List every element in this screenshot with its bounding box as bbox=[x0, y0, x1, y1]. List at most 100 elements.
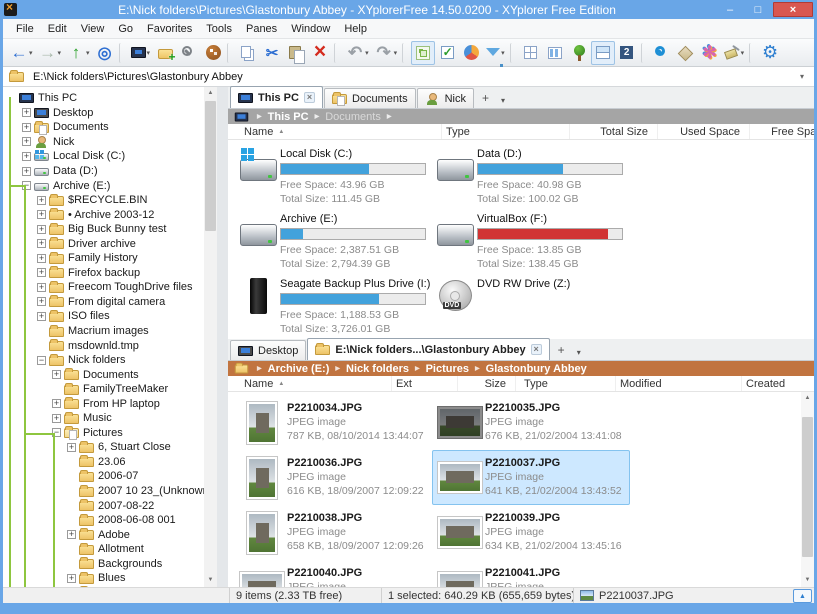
expander-icon[interactable] bbox=[67, 559, 76, 568]
column-header[interactable]: Total Size bbox=[570, 124, 658, 140]
column-header[interactable]: Type bbox=[442, 124, 570, 140]
tree-item[interactable]: This PC bbox=[3, 91, 204, 106]
tree-item[interactable]: + Documents bbox=[3, 367, 204, 382]
breadcrumb-segment[interactable]: ▶ Glastonbury Abbey bbox=[469, 363, 587, 375]
expander-icon[interactable]: + bbox=[22, 137, 31, 146]
tree-item[interactable]: FamilyTreeMaker bbox=[3, 382, 204, 397]
tree-item[interactable]: Allotment bbox=[3, 542, 204, 557]
scroll-down-icon[interactable]: ▼ bbox=[204, 574, 217, 587]
tree-item[interactable]: + Local Disk (C:) bbox=[3, 149, 204, 164]
Archive (E:)[interactable]: Archive (E:) Free Space: 2,387.51 GB Tot… bbox=[236, 211, 433, 276]
expander-icon[interactable]: − bbox=[37, 356, 46, 365]
folder-sizes-button[interactable] bbox=[459, 41, 483, 65]
thumbnails-view-button[interactable] bbox=[543, 41, 567, 65]
new-tab-button[interactable]: + bbox=[475, 91, 494, 108]
menu-item[interactable]: Help bbox=[337, 21, 374, 37]
tab-close-icon[interactable]: × bbox=[304, 92, 315, 103]
column-header[interactable]: Created bbox=[742, 376, 814, 392]
show-tree-button[interactable] bbox=[567, 41, 591, 65]
scroll-down-icon[interactable]: ▼ bbox=[801, 574, 814, 587]
breadcrumb-segment[interactable]: ▶ Nick folders bbox=[329, 363, 409, 375]
expander-icon[interactable]: + bbox=[22, 123, 31, 132]
expander-icon[interactable] bbox=[67, 545, 76, 554]
tree-item[interactable]: + Family History bbox=[3, 251, 204, 266]
expander-icon[interactable]: + bbox=[37, 268, 46, 277]
tab-close-icon[interactable]: × bbox=[531, 344, 542, 355]
dropdown-caret-icon[interactable]: ▾ bbox=[58, 49, 62, 57]
maximize-button[interactable]: □ bbox=[745, 2, 771, 17]
P2210034.JPG[interactable]: P2210034.JPG JPEG image 787 KB, 08/10/20… bbox=[234, 395, 432, 450]
expander-icon[interactable]: + bbox=[37, 283, 46, 292]
back-button[interactable]: ▾ bbox=[7, 41, 36, 65]
address-bar[interactable]: E:\Nick folders\Pictures\Glastonbury Abb… bbox=[3, 67, 814, 87]
breadcrumb-segment[interactable]: ▶ Documents bbox=[309, 111, 381, 123]
expander-icon[interactable] bbox=[52, 385, 61, 394]
tag-brush-button[interactable]: ▾ bbox=[722, 41, 748, 65]
tree-item[interactable]: + Data (D:) bbox=[3, 164, 204, 179]
expander-icon[interactable]: + bbox=[37, 297, 46, 306]
tree-item[interactable]: + • Archive 2003-12 bbox=[3, 207, 204, 222]
expander-icon[interactable]: + bbox=[37, 225, 46, 234]
tree-item[interactable]: 23.06 bbox=[3, 455, 204, 470]
Seagate Backup Plus Drive (I:)[interactable]: Seagate Backup Plus Drive (I:) Free Spac… bbox=[236, 276, 433, 339]
breadcrumb-segment[interactable]: ▶ This PC bbox=[251, 111, 309, 123]
tree-item[interactable]: + From HP laptop bbox=[3, 396, 204, 411]
close-button[interactable]: × bbox=[773, 2, 813, 17]
expander-icon[interactable]: + bbox=[37, 196, 46, 205]
tab[interactable]: This PC × bbox=[230, 86, 323, 108]
statusbar-toggle-button[interactable]: ▲ bbox=[793, 589, 812, 603]
scroll-up-icon[interactable]: ▲ bbox=[204, 87, 217, 100]
new-folder-button[interactable] bbox=[153, 41, 177, 65]
tree-item[interactable]: − Archive (E:) bbox=[3, 178, 204, 193]
expander-icon[interactable]: + bbox=[52, 414, 61, 423]
tree-item[interactable]: 2007 10 23_(Unknown Dates) bbox=[3, 484, 204, 499]
forward-button[interactable]: ▾ bbox=[36, 41, 65, 65]
column-header[interactable]: Modified bbox=[616, 376, 742, 392]
expander-icon[interactable]: + bbox=[22, 167, 31, 176]
Local Disk (C:)[interactable]: Local Disk (C:) Free Space: 43.96 GB Tot… bbox=[236, 146, 433, 211]
paste-button[interactable] bbox=[284, 41, 308, 65]
expander-icon[interactable]: + bbox=[22, 108, 31, 117]
column-header[interactable]: Free Space bbox=[750, 124, 814, 140]
tree-item[interactable]: Backgrounds bbox=[3, 557, 204, 572]
new-tab-button[interactable]: + bbox=[551, 343, 570, 360]
tree-item[interactable]: Macrium images bbox=[3, 324, 204, 339]
tree-item[interactable]: + Driver archive bbox=[3, 236, 204, 251]
column-header[interactable]: Type bbox=[516, 376, 616, 392]
expander-icon[interactable] bbox=[67, 487, 76, 496]
color-filter-button[interactable] bbox=[698, 41, 722, 65]
expander-icon[interactable]: + bbox=[37, 312, 46, 321]
column-header[interactable]: Used Space bbox=[658, 124, 750, 140]
expander-icon[interactable]: + bbox=[67, 574, 76, 583]
menu-item[interactable]: Favorites bbox=[140, 21, 199, 37]
menu-item[interactable]: Panes bbox=[239, 21, 284, 37]
expander-icon[interactable] bbox=[37, 341, 46, 350]
tree-item[interactable]: − Nick folders bbox=[3, 353, 204, 368]
menu-item[interactable]: View bbox=[74, 21, 112, 37]
second-pane-button[interactable] bbox=[615, 41, 639, 65]
tree-item[interactable]: + Firefox backup bbox=[3, 266, 204, 281]
expander-icon[interactable]: + bbox=[67, 443, 76, 452]
tree-item[interactable]: + Freecom ToughDrive files bbox=[3, 280, 204, 295]
tree-item[interactable]: + Nick bbox=[3, 135, 204, 150]
tree-item[interactable]: + $RECYCLE.BIN bbox=[3, 193, 204, 208]
column-header[interactable]: Name▲ bbox=[228, 376, 392, 392]
tree-item[interactable]: + Desktop bbox=[3, 106, 204, 121]
tree-item[interactable]: 2006-07 bbox=[3, 469, 204, 484]
tree-item[interactable]: + 6, Stuart Close bbox=[3, 440, 204, 455]
expander-icon[interactable]: + bbox=[52, 370, 61, 379]
breadcrumb-segment[interactable]: ▶ Archive (E:) bbox=[251, 363, 329, 375]
expander-icon[interactable]: + bbox=[67, 530, 76, 539]
menu-item[interactable]: Go bbox=[111, 21, 140, 37]
tab[interactable]: Desktop bbox=[230, 340, 306, 360]
menu-item[interactable]: Edit bbox=[41, 21, 74, 37]
tree-item[interactable]: + Adobe bbox=[3, 527, 204, 542]
column-header[interactable]: Size bbox=[458, 376, 516, 392]
breadcrumb-segment[interactable]: ▶ Pictures bbox=[409, 363, 469, 375]
tab[interactable]: Nick bbox=[417, 88, 474, 108]
dropdown-caret-icon[interactable]: ▾ bbox=[365, 49, 369, 57]
expander-icon[interactable] bbox=[67, 501, 76, 510]
tree-item[interactable]: + Blues bbox=[3, 571, 204, 586]
scrollbar-thumb[interactable] bbox=[205, 101, 216, 231]
expander-icon[interactable] bbox=[67, 472, 76, 481]
